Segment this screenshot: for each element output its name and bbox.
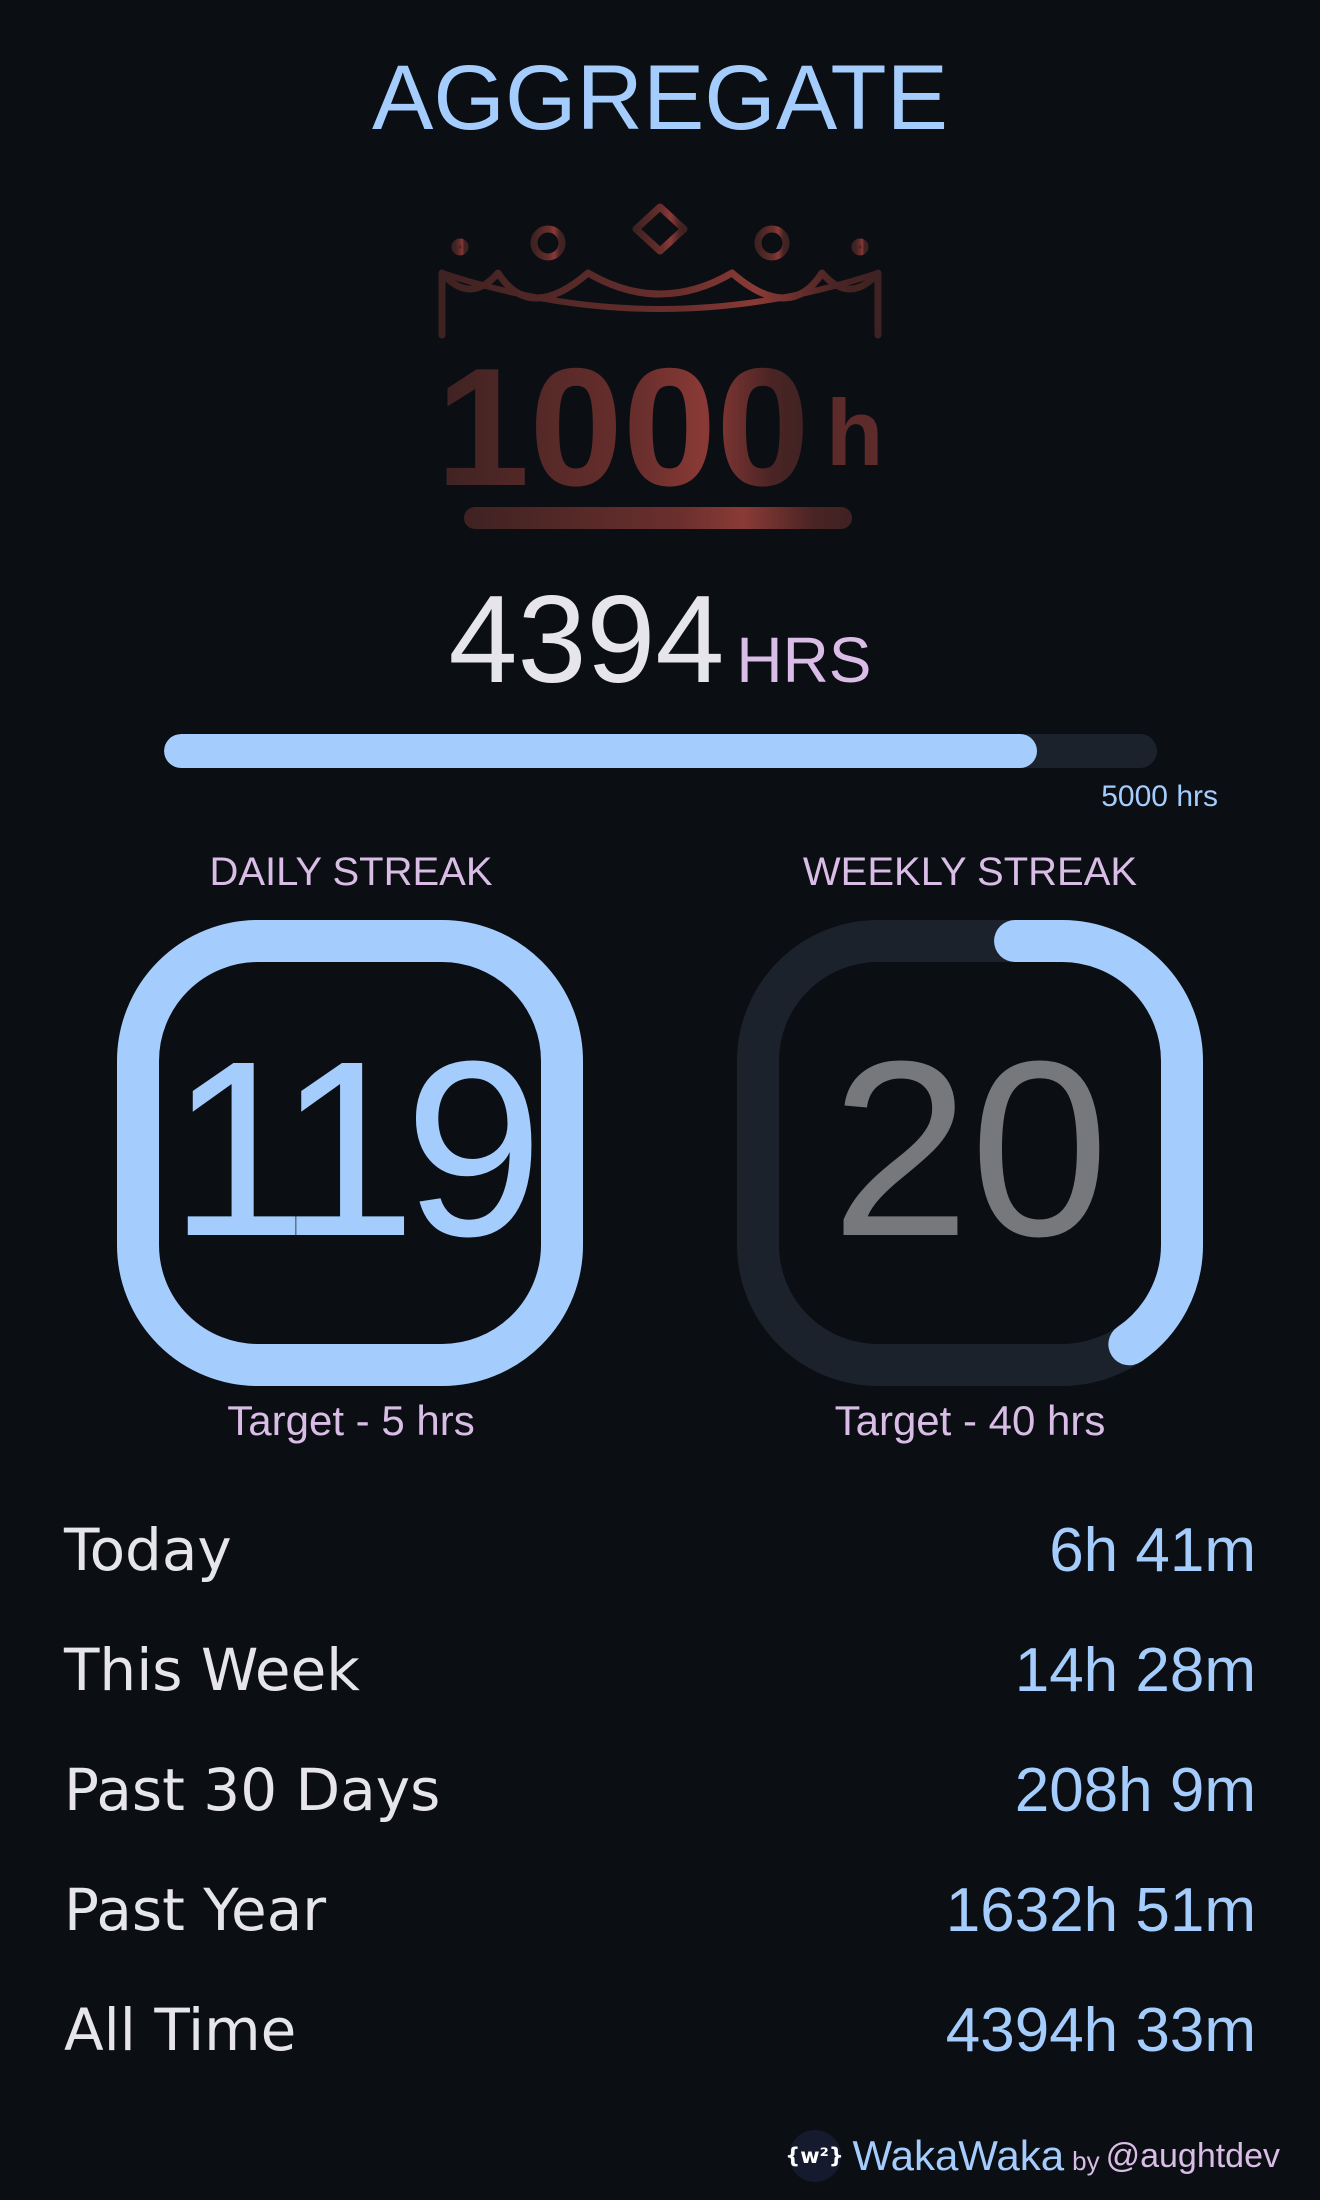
stat-row-past-year: Past Year 1632h 51m (64, 1850, 1256, 1970)
milestone-badge: 1000 h (436, 203, 883, 529)
daily-streak-target: Target - 5 hrs (227, 1397, 475, 1444)
stat-label: Past 30 Days (64, 1756, 441, 1824)
total-hours-unit: HRS (736, 624, 872, 696)
stat-label: Today (64, 1516, 232, 1584)
goal-progress-bar (164, 734, 1157, 768)
milestone-value: 1000 (436, 333, 810, 521)
stat-value: 6h 41m (1049, 1515, 1256, 1585)
crown-icon (438, 203, 882, 339)
milestone-unit: h (826, 380, 883, 485)
goal-label: 5000 hrs (1101, 780, 1218, 813)
stats-list: Today 6h 41m This Week 14h 28m Past 30 D… (64, 1490, 1256, 2090)
page-title: AGGREGATE (372, 47, 948, 149)
weekly-streak-ring: 20 (737, 920, 1203, 1386)
footer-author-handle[interactable]: @aughtdev (1106, 2137, 1280, 2176)
goal-progress-fill (164, 734, 1037, 768)
footer-credit[interactable]: {w²} WakaWaka by @aughtdev (785, 2130, 1280, 2182)
footer-brand[interactable]: WakaWaka (853, 2132, 1065, 2180)
stat-label: All Time (64, 1996, 297, 2064)
stat-row-this-week: This Week 14h 28m (64, 1610, 1256, 1730)
stat-value: 14h 28m (1014, 1635, 1256, 1705)
weekly-streak-target: Target - 40 hrs (834, 1397, 1106, 1444)
daily-streak-title: DAILY STREAK (209, 850, 493, 894)
daily-streak-ring: 119 (117, 920, 583, 1386)
stat-value: 208h 9m (1014, 1755, 1256, 1825)
stat-row-today: Today 6h 41m (64, 1490, 1256, 1610)
stat-row-past-30-days: Past 30 Days 208h 9m (64, 1730, 1256, 1850)
wakawaka-logo-icon: {w²} (785, 2130, 844, 2182)
stat-value: 1632h 51m (945, 1875, 1256, 1945)
stat-label: This Week (64, 1636, 360, 1704)
weekly-streak-value: 20 (831, 1009, 1109, 1288)
stat-label: Past Year (64, 1876, 327, 1944)
footer-by: by (1072, 2145, 1100, 2176)
total-hours: 4394 HRS (0, 575, 1320, 705)
daily-streak-value: 119 (169, 1009, 533, 1288)
stat-value: 4394h 33m (945, 1995, 1256, 2065)
weekly-streak-title: WEEKLY STREAK (802, 850, 1138, 894)
total-hours-value: 4394 (448, 571, 725, 709)
stat-row-all-time: All Time 4394h 33m (64, 1970, 1256, 2090)
